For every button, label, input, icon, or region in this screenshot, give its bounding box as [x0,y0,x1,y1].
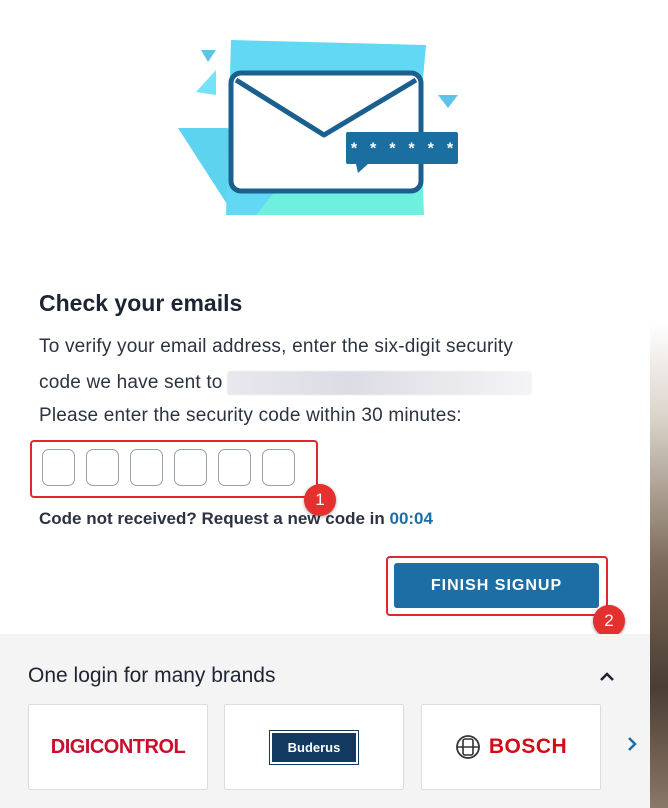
annotation-badge-1: 1 [304,484,336,516]
code-digit-3[interactable] [130,449,163,486]
bosch-armature-icon [455,735,480,759]
brand-tile-buderus[interactable]: Buderus [224,704,404,790]
resend-label: Code not received? Request a new code in [39,509,385,528]
brands-title: One login for many brands [28,664,276,687]
chevron-up-icon[interactable] [598,668,616,686]
chevron-right-icon[interactable] [624,734,640,754]
instruction-line-1: To verify your email address, enter the … [39,336,514,357]
annotation-badge-2: 2 [593,605,625,637]
digicontrol-logo: DIGICONTROL [50,735,186,758]
bosch-logo-text: BOSCH [488,735,568,758]
verification-card: * * * * * * Check your emails To verify … [0,0,650,808]
background-photo [648,0,668,808]
resend-timer: 00:04 [389,509,433,528]
finish-signup-button[interactable]: FINISH SIGNUP [394,563,599,608]
bosch-logo: BOSCH [455,734,567,760]
buderus-logo: Buderus [269,729,359,765]
code-digit-4[interactable] [174,449,207,486]
security-code-inputs [42,449,295,486]
code-digit-5[interactable] [218,449,251,486]
brands-panel: One login for many brands DIGICONTROL Bu… [0,634,650,808]
envelope-password-illustration: * * * * * * [178,40,458,215]
brand-tile-bosch[interactable]: BOSCH [421,704,601,790]
code-digit-2[interactable] [86,449,119,486]
brand-tile-digicontrol[interactable]: DIGICONTROL [28,704,208,790]
instruction-line-2-text: code we have sent to [39,372,223,394]
redacted-email [226,371,532,395]
resend-code-text: Code not received? Request a new code in… [39,509,433,529]
page-title: Check your emails [39,290,243,316]
code-digit-6[interactable] [262,449,295,486]
instruction-line-2: code we have sent to [39,371,532,395]
bubble-text: * * * * * * [349,141,455,159]
code-digit-1[interactable] [42,449,75,486]
instruction-line-3: Please enter the security code within 30… [39,405,462,426]
